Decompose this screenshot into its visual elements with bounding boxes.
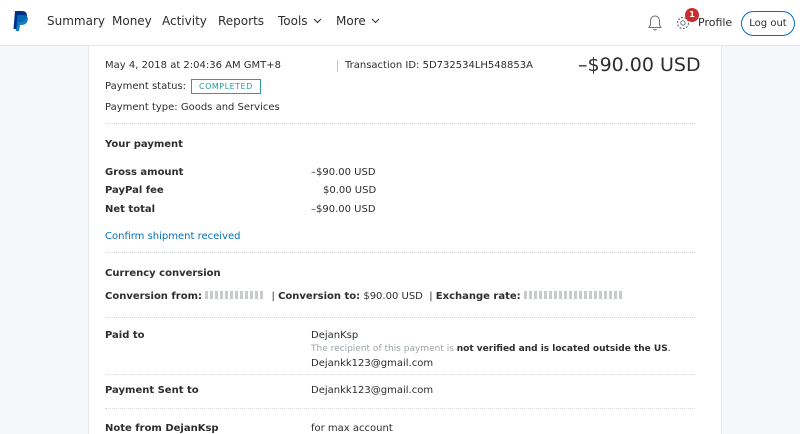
- recipient-notice: The recipient of this payment is not ver…: [311, 344, 671, 354]
- payment-sent-to-label: Payment Sent to: [105, 385, 199, 396]
- conversion-row: Conversion from: | Conversion to: $90.00…: [105, 291, 624, 302]
- profile-link[interactable]: Profile: [698, 16, 732, 29]
- logout-button[interactable]: Log out: [741, 11, 795, 36]
- status-badge: COMPLETED: [191, 79, 261, 94]
- conversion-to-label: Conversion to:: [278, 291, 361, 302]
- bell-icon[interactable]: [647, 14, 663, 32]
- top-nav: Summary Money Activity Reports Tools Mor…: [0, 0, 800, 46]
- nav-tools[interactable]: Tools: [278, 14, 322, 28]
- nav-tools-label: Tools: [278, 14, 308, 28]
- transaction-amount: –$90.00 USD: [578, 54, 701, 76]
- paid-to-label: Paid to: [105, 330, 145, 341]
- conversion-to-value: $90.00 USD: [363, 291, 423, 302]
- divider: [105, 123, 695, 124]
- recipient-name: DejanKsp: [311, 330, 359, 341]
- your-payment-heading: Your payment: [105, 139, 183, 150]
- recipient-email: Dejankk123@gmail.com: [311, 358, 434, 369]
- nav-more-label: More: [336, 14, 366, 28]
- divider: [337, 60, 338, 72]
- net-total-label: Net total: [105, 204, 156, 215]
- divider: [105, 317, 695, 318]
- paypal-fee-value: $0.00 USD: [323, 185, 377, 196]
- note-label: Note from DejanKsp: [105, 423, 219, 434]
- transaction-details-card: May 4, 2018 at 2:04:36 AM GMT+8 Transact…: [88, 46, 722, 434]
- divider: [105, 374, 695, 375]
- conversion-from-label: Conversion from:: [105, 291, 202, 302]
- paypal-logo-icon[interactable]: [12, 10, 29, 31]
- nav-reports[interactable]: Reports: [218, 14, 264, 28]
- nav-money[interactable]: Money: [112, 14, 152, 28]
- payment-status-label: Payment status:: [105, 81, 187, 92]
- chevron-down-icon: [371, 18, 380, 24]
- payment-type: Payment type: Goods and Services: [105, 102, 280, 113]
- transaction-date: May 4, 2018 at 2:04:36 AM GMT+8: [105, 60, 282, 71]
- confirm-shipment-link[interactable]: Confirm shipment received: [105, 231, 241, 242]
- transaction-id: Transaction ID: 5D732534LH548853A: [345, 60, 533, 71]
- payment-sent-to-email: Dejankk123@gmail.com: [311, 385, 434, 396]
- nav-more[interactable]: More: [336, 14, 380, 28]
- nav-summary[interactable]: Summary: [47, 14, 105, 28]
- divider: [105, 408, 695, 409]
- paypal-fee-label: PayPal fee: [105, 185, 164, 196]
- exchange-rate-label: Exchange rate:: [435, 291, 521, 302]
- note-value: for max account: [311, 423, 393, 434]
- gross-amount-label: Gross amount: [105, 167, 184, 178]
- currency-conversion-heading: Currency conversion: [105, 268, 221, 279]
- notice-suffix: .: [667, 344, 671, 354]
- notice-prefix: The recipient of this payment is: [311, 344, 457, 354]
- gross-amount-value: –$90.00 USD: [311, 167, 376, 178]
- divider: [105, 252, 695, 253]
- redacted-value: [205, 291, 266, 299]
- notice-bold: not verified and is located outside the …: [456, 344, 668, 354]
- nav-activity[interactable]: Activity: [162, 14, 207, 28]
- redacted-value: [523, 291, 624, 299]
- net-total-value: –$90.00 USD: [311, 204, 376, 215]
- notification-badge: 1: [685, 8, 699, 22]
- chevron-down-icon: [313, 18, 321, 24]
